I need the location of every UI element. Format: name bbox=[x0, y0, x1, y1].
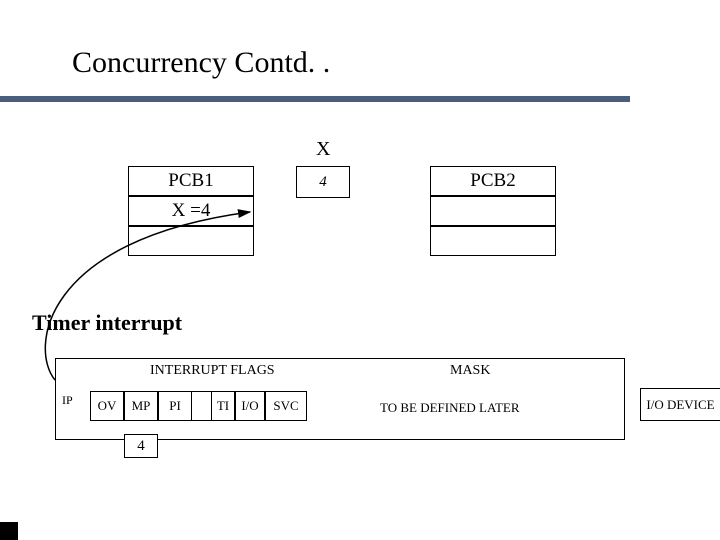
mask-header: MASK bbox=[450, 363, 490, 379]
mp-value: 4 bbox=[124, 434, 158, 458]
timer-arrow bbox=[0, 0, 720, 540]
flag-io: I/O bbox=[235, 391, 265, 421]
pcb1-row1: X =4 bbox=[128, 196, 254, 226]
io-device-box: I/O DEVICE bbox=[640, 388, 720, 421]
pcb1-header: PCB1 bbox=[128, 166, 254, 196]
page-title: Concurrency Contd. . bbox=[72, 46, 330, 80]
flag-ov: OV bbox=[90, 391, 124, 421]
mask-text: TO BE DEFINED LATER bbox=[380, 400, 520, 416]
flag-ti: TI bbox=[211, 391, 235, 421]
pcb2-header: PCB2 bbox=[430, 166, 556, 196]
x-value-box: 4 bbox=[296, 166, 350, 198]
pcb2-row2 bbox=[430, 226, 556, 256]
interrupt-flags-header: INTERRUPT FLAGS bbox=[150, 363, 275, 379]
pcb2-row1 bbox=[430, 196, 556, 226]
timer-interrupt-label: Timer interrupt bbox=[32, 310, 182, 336]
flag-gap bbox=[192, 391, 211, 421]
flag-mp: MP bbox=[124, 391, 158, 421]
x-label: X bbox=[316, 138, 330, 161]
pcb1-row2 bbox=[128, 226, 254, 256]
corner-notch bbox=[0, 522, 18, 540]
flag-pi: PI bbox=[158, 391, 192, 421]
flag-svc: SVC bbox=[265, 391, 307, 421]
title-underline bbox=[0, 96, 630, 102]
ip-label: IP bbox=[62, 393, 73, 408]
